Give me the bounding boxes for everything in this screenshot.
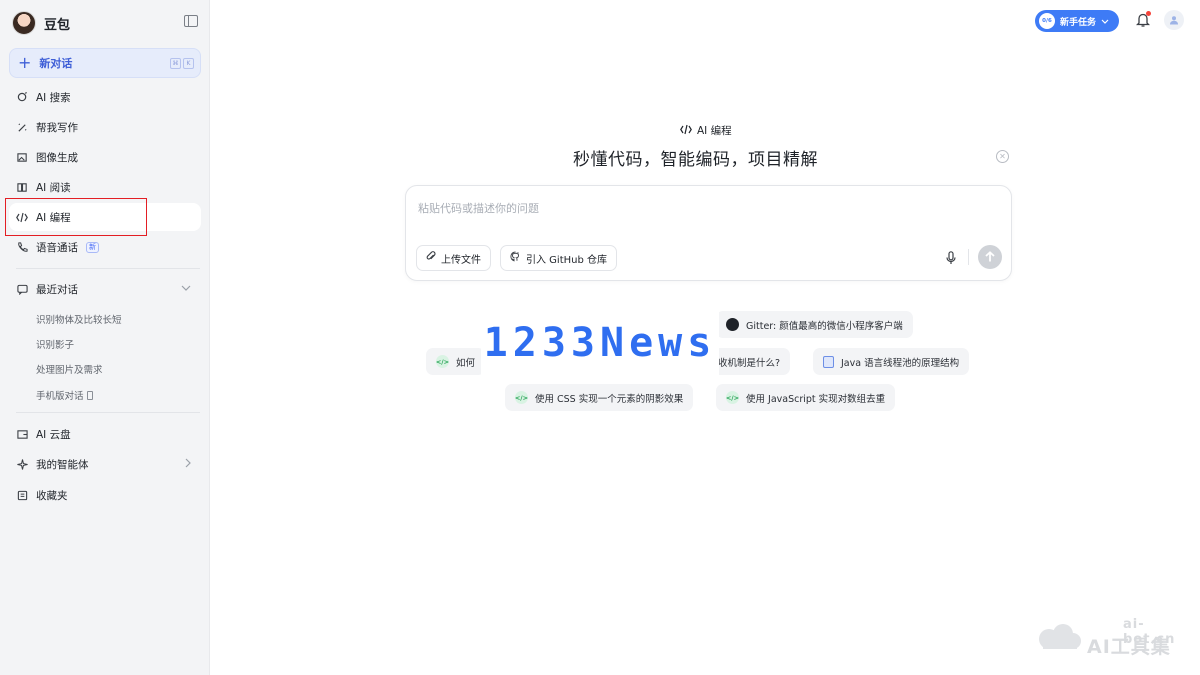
plus-icon: + bbox=[18, 53, 32, 72]
new-chat-button[interactable]: + 新对话 ⌘ K bbox=[9, 48, 201, 78]
send-button[interactable] bbox=[978, 245, 1002, 269]
chevron-down-icon bbox=[1101, 17, 1109, 26]
task-label: 新手任务 bbox=[1060, 17, 1097, 28]
pen-icon bbox=[16, 121, 28, 133]
book-icon bbox=[16, 181, 28, 193]
recent-chat-item[interactable]: 识别物体及比较长短 bbox=[36, 312, 122, 326]
code-icon: </> bbox=[726, 391, 739, 404]
code-icon: </> bbox=[436, 355, 449, 368]
shortcut-key: K bbox=[183, 58, 194, 69]
brand-name: 豆包 bbox=[44, 17, 71, 33]
code-icon: </> bbox=[515, 391, 528, 404]
page-headline: 秒懂代码，智能编码，项目精解 bbox=[573, 150, 818, 170]
doc-icon bbox=[823, 355, 834, 368]
brand[interactable]: 豆包 bbox=[12, 10, 70, 36]
sidebar-item-label: AI 搜索 bbox=[36, 91, 71, 104]
suggestion-chip[interactable]: Java 语言线程池的原理结构 bbox=[813, 348, 970, 375]
suggestion-label: 使用 CSS 实现一个元素的阴影效果 bbox=[535, 393, 684, 405]
sidebar-item-label: 图像生成 bbox=[36, 151, 78, 164]
divider bbox=[968, 249, 969, 265]
sidebar-item-voice-call[interactable]: 语音通话 新 bbox=[9, 233, 201, 261]
site-watermark: ai-bot.cn AI工具集 bbox=[1033, 617, 1185, 658]
highlight-annotation-box bbox=[5, 198, 147, 236]
sidebar-item-label: AI 云盘 bbox=[36, 428, 71, 441]
favorites-icon bbox=[16, 489, 28, 501]
suggestion-chip[interactable]: </> 使用 JavaScript 实现对数组去重 bbox=[716, 384, 896, 411]
sidebar-item-writing[interactable]: 帮我写作 bbox=[9, 113, 201, 141]
sidebar-item-ai-drive[interactable]: AI 云盘 bbox=[9, 420, 201, 448]
upload-file-label: 上传文件 bbox=[441, 254, 481, 266]
suggestion-chip[interactable]: 收机制是什么? bbox=[708, 348, 791, 375]
cloud-logo-icon bbox=[1039, 624, 1081, 649]
paperclip-icon bbox=[426, 251, 436, 265]
site-name: AI工具集 bbox=[1087, 636, 1171, 658]
cloud-drive-icon bbox=[16, 428, 28, 440]
recent-chat-item[interactable]: 处理图片及需求 bbox=[36, 362, 103, 376]
suggestion-label: 如何 bbox=[456, 357, 476, 369]
chevron-down-icon[interactable] bbox=[181, 283, 191, 294]
recent-chats-header[interactable]: 最近对话 bbox=[9, 275, 201, 303]
divider bbox=[16, 268, 200, 269]
notification-dot bbox=[1146, 11, 1151, 16]
sidebar-item-my-agents[interactable]: 我的智能体 bbox=[9, 450, 201, 478]
mode-name: AI 编程 bbox=[697, 125, 732, 137]
recent-chats-title: 最近对话 bbox=[36, 283, 78, 296]
search-icon bbox=[16, 91, 28, 103]
import-github-label: 引入 GitHub 仓库 bbox=[526, 254, 608, 266]
github-icon bbox=[726, 318, 739, 331]
suggestion-label: 使用 JavaScript 实现对数组去重 bbox=[746, 393, 886, 405]
suggestion-label: Java 语言线程池的原理结构 bbox=[841, 357, 960, 369]
sidebar: 豆包 + 新对话 ⌘ K AI 搜索 帮我写作 图像生成 AI 阅读 AI 编程… bbox=[0, 0, 210, 675]
recent-chat-item[interactable]: 识别影子 bbox=[36, 337, 74, 351]
chevron-right-icon bbox=[185, 458, 191, 471]
sidebar-item-label: 语音通话 bbox=[36, 241, 78, 254]
suggestion-chip[interactable]: </> 如何 bbox=[426, 348, 486, 375]
suggestion-label: 收机制是什么? bbox=[718, 357, 781, 369]
sidebar-item-label: 收藏夹 bbox=[36, 489, 68, 502]
avatar bbox=[12, 11, 36, 35]
sidebar-item-ai-search[interactable]: AI 搜索 bbox=[9, 83, 201, 111]
sidebar-item-label: 帮我写作 bbox=[36, 121, 78, 134]
github-icon bbox=[510, 251, 521, 265]
new-badge: 新 bbox=[86, 241, 99, 253]
sidebar-item-label: 我的智能体 bbox=[36, 458, 89, 471]
close-icon[interactable]: ✕ bbox=[996, 150, 1009, 163]
bell-icon[interactable] bbox=[1135, 11, 1151, 28]
recent-chat-item[interactable]: 手机版对话 bbox=[36, 388, 93, 402]
sidebar-item-favorites[interactable]: 收藏夹 bbox=[9, 481, 201, 509]
mode-label: AI 编程 bbox=[680, 123, 732, 138]
suggestion-chip[interactable]: Gitter: 颜值最高的微信小程序客户端 bbox=[716, 311, 913, 338]
sparkle-icon bbox=[16, 458, 28, 470]
mobile-icon bbox=[86, 390, 93, 400]
arrow-up-icon bbox=[985, 251, 995, 262]
chat-bubble-icon bbox=[16, 283, 28, 295]
microphone-icon[interactable] bbox=[946, 250, 956, 264]
import-github-button[interactable]: 引入 GitHub 仓库 bbox=[500, 245, 618, 271]
new-chat-label: 新对话 bbox=[39, 57, 73, 70]
image-icon bbox=[16, 151, 28, 163]
user-avatar-icon[interactable] bbox=[1164, 10, 1184, 30]
message-input[interactable]: 粘贴代码或描述你的问题 bbox=[418, 200, 539, 216]
suggestion-chip[interactable]: </> 使用 CSS 实现一个元素的阴影效果 bbox=[505, 384, 694, 411]
upload-file-button[interactable]: 上传文件 bbox=[416, 245, 491, 271]
sidebar-item-ai-reading[interactable]: AI 阅读 bbox=[9, 173, 201, 201]
sidebar-item-label: AI 阅读 bbox=[36, 181, 71, 194]
divider bbox=[16, 412, 200, 413]
beginner-tasks-button[interactable]: 0/6 新手任务 bbox=[1035, 10, 1119, 32]
recent-chat-label: 手机版对话 bbox=[36, 391, 84, 402]
sidebar-item-image-gen[interactable]: 图像生成 bbox=[9, 143, 201, 171]
code-icon bbox=[680, 124, 692, 138]
composer: 粘贴代码或描述你的问题 上传文件 引入 GitHub 仓库 bbox=[405, 185, 1012, 281]
news-watermark: 1233News bbox=[481, 307, 719, 379]
phone-icon bbox=[16, 241, 28, 253]
shortcut-key: ⌘ bbox=[170, 58, 181, 69]
task-progress: 0/6 bbox=[1039, 13, 1055, 29]
suggestion-label: Gitter: 颜值最高的微信小程序客户端 bbox=[746, 320, 903, 332]
sidebar-collapse-icon[interactable] bbox=[184, 15, 198, 27]
shortcut-keys: ⌘ K bbox=[170, 58, 194, 69]
